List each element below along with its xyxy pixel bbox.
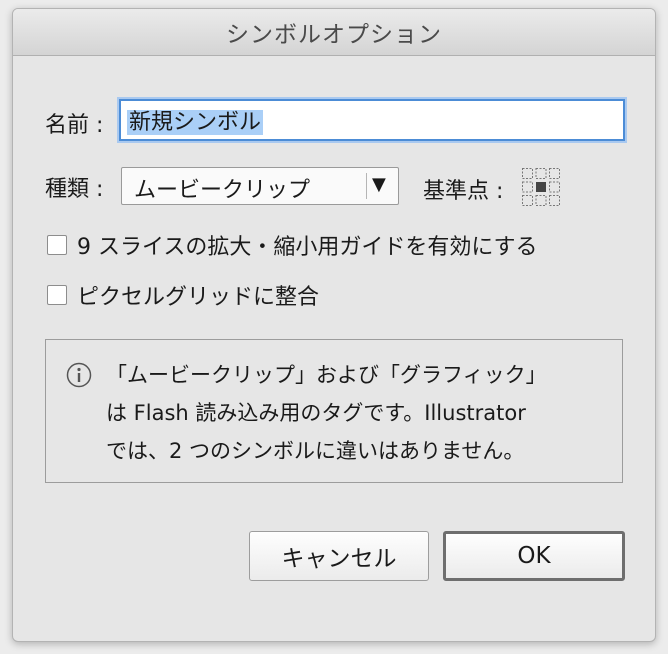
registration-label: 基準点 : bbox=[423, 179, 504, 204]
symbol-options-dialog: シンボルオプション 名前 : 新規シンボル 種類 : ムービークリップ ▼ 基準… bbox=[12, 8, 656, 642]
registration-point-bottom-center bbox=[535, 195, 547, 206]
pixel-grid-label: ピクセルグリッドに整合 bbox=[77, 285, 320, 310]
registration-point-top-left bbox=[522, 168, 533, 179]
info-panel: 「ムービークリップ」および「グラフィック」 は Flash 読み込み用のタグです… bbox=[45, 339, 623, 483]
registration-point-middle-left bbox=[522, 181, 533, 193]
dialog-title: シンボルオプション bbox=[13, 9, 655, 56]
registration-point-grid[interactable] bbox=[521, 167, 561, 207]
name-label: 名前 : bbox=[45, 113, 104, 138]
info-icon bbox=[66, 362, 92, 388]
registration-point-bottom-left bbox=[522, 195, 533, 206]
registration-point-top-center bbox=[535, 168, 547, 179]
symbol-name-input[interactable]: 新規シンボル bbox=[119, 99, 625, 141]
select-divider bbox=[366, 173, 367, 199]
info-message: 「ムービークリップ」および「グラフィック」 は Flash 読み込み用のタグです… bbox=[106, 356, 547, 470]
info-line: では、2 つのシンボルに違いはありません。 bbox=[106, 439, 525, 463]
info-line: は Flash 読み込み用のタグです。Illustrator bbox=[106, 401, 526, 425]
registration-point-middle-right bbox=[549, 181, 560, 193]
nine-slice-label: 9 スライスの拡大・縮小用ガイドを有効にする bbox=[77, 235, 538, 260]
symbol-type-select[interactable]: ムービークリップ ▼ bbox=[121, 167, 399, 205]
pixel-grid-checkbox[interactable] bbox=[47, 285, 67, 305]
ok-button[interactable]: OK bbox=[443, 531, 625, 581]
registration-point-center bbox=[536, 182, 546, 192]
registration-point-top-right bbox=[549, 168, 560, 179]
type-label: 種類 : bbox=[45, 177, 104, 202]
symbol-name-value: 新規シンボル bbox=[127, 110, 264, 135]
pixel-grid-option[interactable]: ピクセルグリッドに整合 bbox=[47, 279, 319, 311]
dropdown-arrow-icon: ▼ bbox=[372, 174, 386, 195]
cancel-button[interactable]: キャンセル bbox=[249, 531, 429, 581]
registration-point-bottom-right bbox=[549, 195, 560, 206]
nine-slice-checkbox[interactable] bbox=[47, 235, 67, 255]
symbol-type-value: ムービークリップ bbox=[134, 178, 311, 203]
info-line: 「ムービークリップ」および「グラフィック」 bbox=[106, 363, 547, 387]
nine-slice-option[interactable]: 9 スライスの拡大・縮小用ガイドを有効にする bbox=[47, 229, 538, 261]
